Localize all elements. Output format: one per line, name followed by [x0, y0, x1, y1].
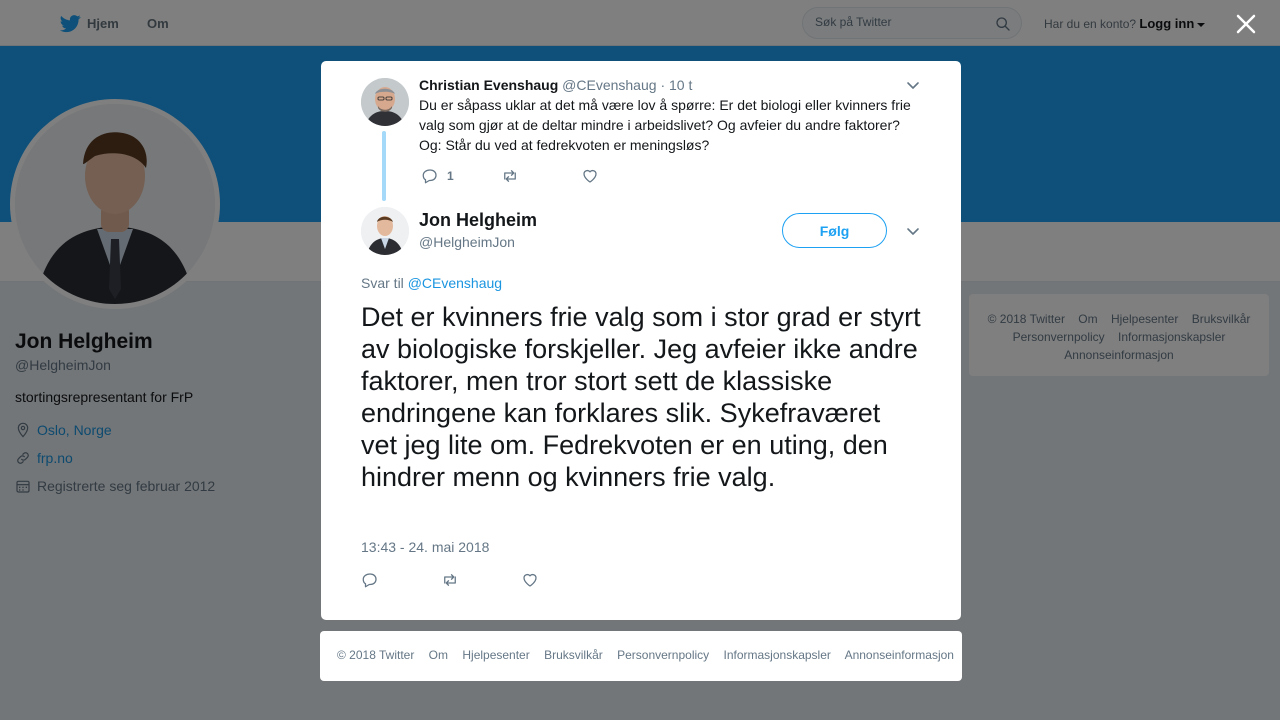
heart-icon — [583, 169, 597, 183]
tweet-timestamp[interactable]: 13:43 - 24. mai 2018 — [361, 539, 489, 555]
author-name[interactable]: Jon Helgheim — [419, 210, 537, 231]
parent-author-name[interactable]: Christian Evenshaug — [419, 77, 558, 93]
parent-tweet-header: Christian Evenshaug @CEvenshaug · 10 t — [419, 77, 692, 93]
author-avatar[interactable] — [361, 207, 409, 255]
retweet-icon — [504, 170, 516, 182]
footer-link[interactable]: © 2018 Twitter — [337, 648, 414, 662]
parent-avatar-photo — [361, 78, 409, 126]
reply-icon — [422, 169, 437, 184]
parent-avatar[interactable] — [361, 78, 409, 126]
follow-button[interactable]: Følg — [782, 213, 887, 248]
footer-link[interactable]: Bruksvilkår — [544, 648, 603, 662]
footer-link[interactable]: Annonseinformasjon — [845, 648, 954, 662]
reply-button[interactable] — [361, 571, 441, 589]
retweet-button[interactable] — [501, 167, 581, 185]
reply-icon — [362, 573, 377, 588]
author-avatar-photo — [361, 207, 409, 255]
retweet-icon — [444, 574, 456, 586]
reply-button[interactable]: 1 — [421, 167, 501, 185]
tweet-modal: Christian Evenshaug @CEvenshaug · 10 t D… — [321, 61, 961, 620]
parent-author-handle[interactable]: @CEvenshaug — [562, 77, 656, 93]
reply-to-link[interactable]: @CEvenshaug — [408, 275, 502, 291]
reply-context: Svar til @CEvenshaug — [361, 275, 502, 291]
author-handle[interactable]: @HelgheimJon — [419, 234, 515, 250]
retweet-button[interactable] — [441, 571, 521, 589]
close-icon[interactable] — [1234, 12, 1258, 36]
reply-prefix: Svar til — [361, 275, 404, 291]
parent-tweet-text: Du er såpass uklar at det må være lov å … — [419, 97, 911, 153]
heart-icon — [523, 573, 537, 587]
footer-link[interactable]: Informasjonskapsler — [724, 648, 831, 662]
reply-count: 1 — [447, 169, 454, 183]
parent-tweet-time[interactable]: · 10 t — [660, 77, 692, 93]
chevron-down-icon[interactable] — [906, 224, 920, 238]
footer-link[interactable]: Personvernpolicy — [617, 648, 709, 662]
chevron-down-icon[interactable] — [906, 78, 920, 92]
modal-footer: © 2018 Twitter Om Hjelpesenter Bruksvilk… — [320, 631, 962, 681]
footer-link[interactable]: Om — [429, 648, 448, 662]
like-button[interactable] — [581, 167, 599, 185]
tweet-actions — [361, 571, 539, 589]
tweet-text: Det er kvinners frie valg som i stor gra… — [361, 302, 921, 492]
thread-line — [382, 131, 386, 201]
parent-tweet-actions: 1 — [421, 167, 599, 185]
footer-link[interactable]: Hjelpesenter — [462, 648, 529, 662]
like-button[interactable] — [521, 571, 539, 589]
